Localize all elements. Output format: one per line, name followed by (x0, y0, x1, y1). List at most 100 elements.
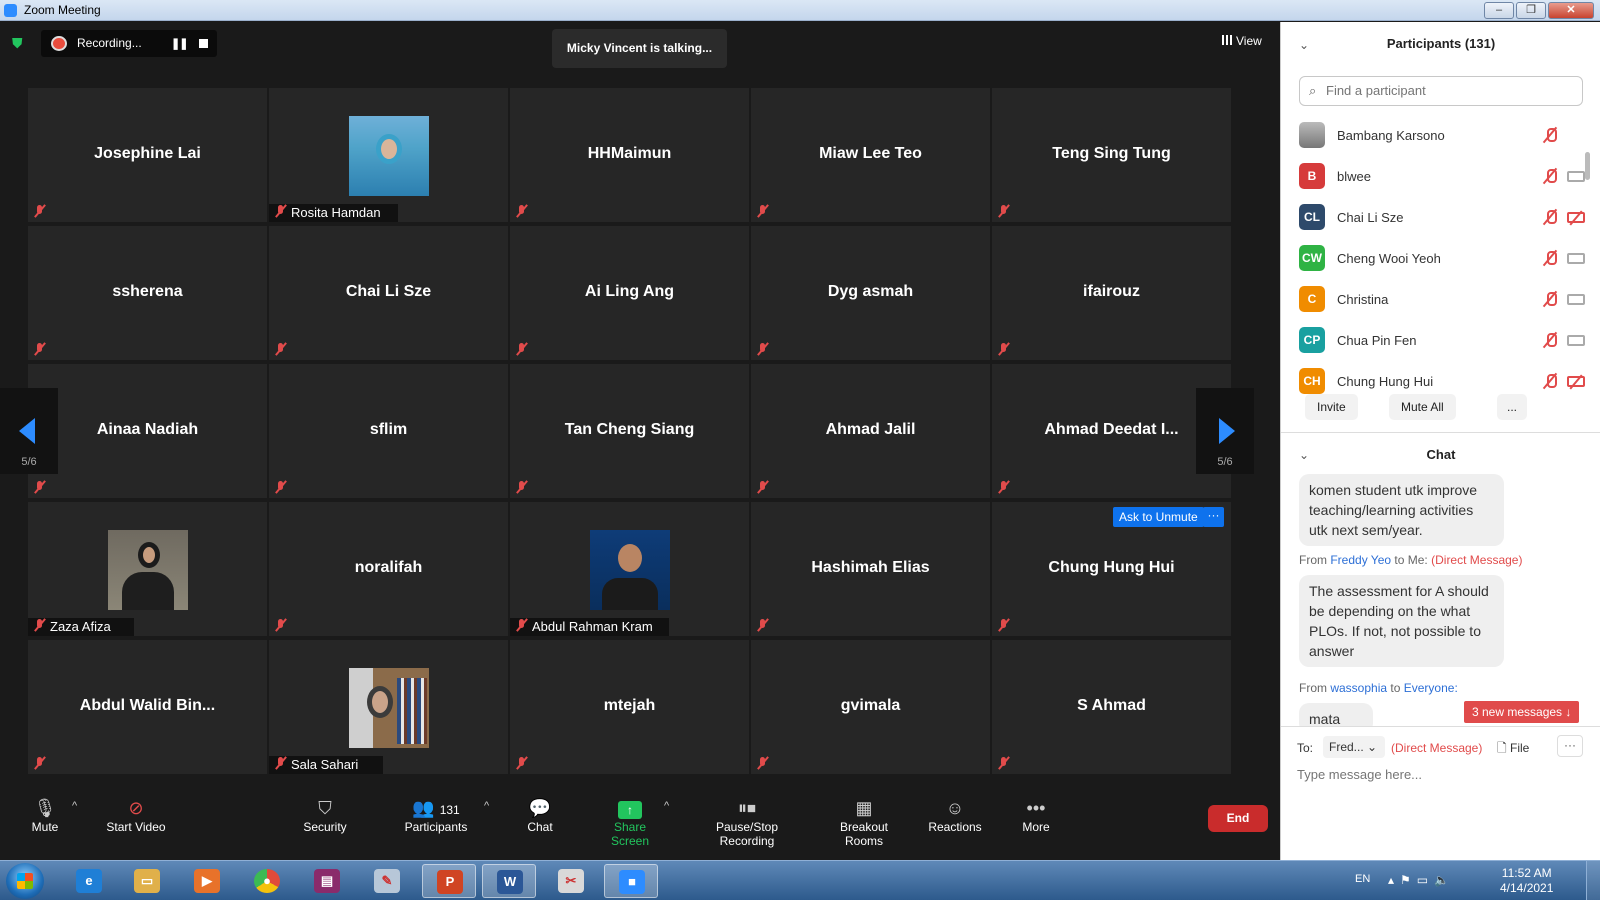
chevron-down-icon: ⌄ (1367, 740, 1378, 754)
share-screen-label: Share Screen (610, 820, 650, 848)
mute-button[interactable]: 🎙 Mute (28, 796, 62, 834)
next-page-button[interactable]: 5/6 (1196, 388, 1254, 474)
chat-messages[interactable]: komen student utk improve teaching/learn… (1281, 474, 1600, 726)
share-options-chevron-icon[interactable]: ^ (664, 800, 669, 812)
participant-tile[interactable]: Teng Sing Tung (992, 88, 1231, 222)
sender-name[interactable]: Freddy Yeo (1330, 553, 1391, 567)
security-button[interactable]: ⛉ Security (302, 796, 348, 834)
participant-list-scrollbar[interactable] (1585, 152, 1590, 180)
taskbar-snipping-tool[interactable]: ✂ (544, 864, 598, 898)
breakout-rooms-button[interactable]: ▦ Breakout Rooms (820, 796, 908, 848)
participant-tile[interactable]: Abdul Rahman Kram (510, 502, 749, 636)
new-messages-button[interactable]: 3 new messages ↓ (1464, 701, 1580, 723)
participant-tile[interactable]: ssherena (28, 226, 267, 360)
participant-avatar: CP (1299, 327, 1325, 353)
more-button[interactable]: ••• More (1020, 796, 1052, 834)
video-off-icon (1567, 212, 1585, 223)
invite-button[interactable]: Invite (1305, 394, 1358, 420)
start-button[interactable] (6, 863, 44, 899)
share-screen-button[interactable]: ↑ Share Screen (594, 796, 666, 848)
participant-row-name: Cheng Wooi Yeoh (1337, 251, 1441, 266)
participant-name: gvimala (840, 697, 901, 714)
participant-tile[interactable]: noralifah (269, 502, 508, 636)
start-video-button[interactable]: ⊘ Start Video (104, 796, 168, 834)
participant-tile[interactable]: Ainaa Nadiah (28, 364, 267, 498)
chat-more-button[interactable]: ··· (1557, 735, 1583, 757)
show-desktop-button[interactable] (1586, 861, 1600, 900)
participant-tile[interactable]: Ai Ling Ang (510, 226, 749, 360)
recipient-select[interactable]: Fred... ⌄ (1323, 736, 1385, 758)
participant-tile[interactable]: Tan Cheng Siang (510, 364, 749, 498)
end-meeting-button[interactable]: End (1208, 805, 1268, 832)
participant-tile[interactable]: Josephine Lai (28, 88, 267, 222)
close-button[interactable]: ✕ (1548, 2, 1594, 19)
participant-tile[interactable]: Chai Li Sze (269, 226, 508, 360)
recipient-label: to Me: (1394, 553, 1428, 567)
chat-button[interactable]: 💬 Chat (520, 796, 560, 834)
previous-page-button[interactable]: 5/6 (0, 388, 58, 474)
tile-more-button[interactable]: ··· (1203, 507, 1224, 527)
taskbar-word[interactable]: W (482, 864, 536, 898)
participant-row[interactable]: CP Chua Pin Fen (1281, 320, 1600, 361)
participant-tile[interactable]: mtejah (510, 640, 749, 774)
taskbar-clock[interactable]: 11:52 AM 4/14/2021 (1500, 866, 1553, 896)
participant-tile[interactable]: Hashimah Elias (751, 502, 990, 636)
taskbar-zoom[interactable]: ■ (604, 864, 658, 898)
file-button[interactable]: 🗋 File (1497, 739, 1529, 760)
page-indicator-left: 5/6 (21, 456, 37, 468)
participants-chevron-icon[interactable]: ^ (484, 800, 489, 812)
muted-mic-icon (1543, 168, 1557, 184)
participant-row[interactable]: Bambang Karsono (1281, 115, 1600, 156)
participant-tile[interactable]: HHMaimun (510, 88, 749, 222)
stop-recording-icon[interactable] (199, 39, 208, 48)
participant-row[interactable]: C Christina (1281, 279, 1600, 320)
participant-tile[interactable]: Abdul Walid Bin... (28, 640, 267, 774)
muted-mic-icon (996, 342, 1012, 356)
participant-tile[interactable]: Miaw Lee Teo (751, 88, 990, 222)
system-tray-icons[interactable]: ▴⚑▭🔈 (1388, 873, 1455, 887)
participant-tile[interactable]: Ahmad Jalil (751, 364, 990, 498)
participant-row[interactable]: Bblwee (1281, 156, 1600, 197)
participant-tile[interactable]: Rosita Hamdan (269, 88, 508, 222)
pause-recording-icon[interactable]: ❚❚ (171, 37, 188, 50)
maximize-button[interactable]: ❐ (1516, 2, 1546, 19)
participant-search-box[interactable]: ⌕ (1299, 76, 1583, 106)
participant-row[interactable]: CW Cheng Wooi Yeoh (1281, 238, 1600, 279)
video-off-icon: ⊘ (128, 798, 144, 818)
participant-tile[interactable]: Sala Sahari (269, 640, 508, 774)
taskbar-media-player[interactable]: ▶ (180, 864, 234, 898)
direct-message-tag: (Direct Message) (1431, 553, 1523, 567)
taskbar-powerpoint[interactable]: P (422, 864, 476, 898)
participant-tile[interactable]: S Ahmad (992, 640, 1231, 774)
ask-to-unmute-button[interactable]: Ask to Unmute (1113, 507, 1204, 527)
view-button[interactable]: View (1222, 34, 1262, 48)
chat-message-input[interactable] (1297, 767, 1587, 782)
participant-tile[interactable]: Zaza Afiza (28, 502, 267, 636)
participant-tile[interactable]: sflim (269, 364, 508, 498)
taskbar-explorer[interactable]: ▭ (120, 864, 174, 898)
sender-name[interactable]: wassophia (1330, 681, 1387, 695)
encryption-shield-icon[interactable]: ⛊ (12, 35, 27, 52)
clock-date: 4/14/2021 (1500, 881, 1554, 895)
muted-mic-icon (1543, 373, 1557, 389)
window-title: Zoom Meeting (24, 3, 101, 17)
participants-button[interactable]: 👥 131 Participants (404, 796, 468, 834)
taskbar-winrar[interactable]: ▤ (300, 864, 354, 898)
reactions-button[interactable]: ☺ Reactions (928, 796, 982, 834)
minimize-button[interactable]: – (1484, 2, 1514, 19)
mute-all-button[interactable]: Mute All (1389, 394, 1456, 420)
audio-options-chevron-icon[interactable]: ^ (72, 800, 77, 812)
pause-stop-recording-button[interactable]: ⏸⏹ Pause/Stop Recording (688, 796, 806, 848)
participant-search-input[interactable] (1326, 83, 1566, 98)
powerpoint-icon: P (437, 870, 463, 894)
participant-row[interactable]: CL Chai Li Sze (1281, 197, 1600, 238)
participants-more-button[interactable]: ... (1497, 394, 1528, 420)
taskbar-ie[interactable]: e (62, 864, 116, 898)
taskbar-chrome[interactable]: ● (240, 864, 294, 898)
participant-tile[interactable]: gvimala (751, 640, 990, 774)
taskbar-paint[interactable]: ✎ (360, 864, 414, 898)
participant-tile[interactable]: ifairouz (992, 226, 1231, 360)
participant-tile[interactable]: Dyg asmah (751, 226, 990, 360)
share-screen-icon: ↑ (618, 801, 642, 819)
language-indicator[interactable]: EN (1355, 873, 1370, 885)
